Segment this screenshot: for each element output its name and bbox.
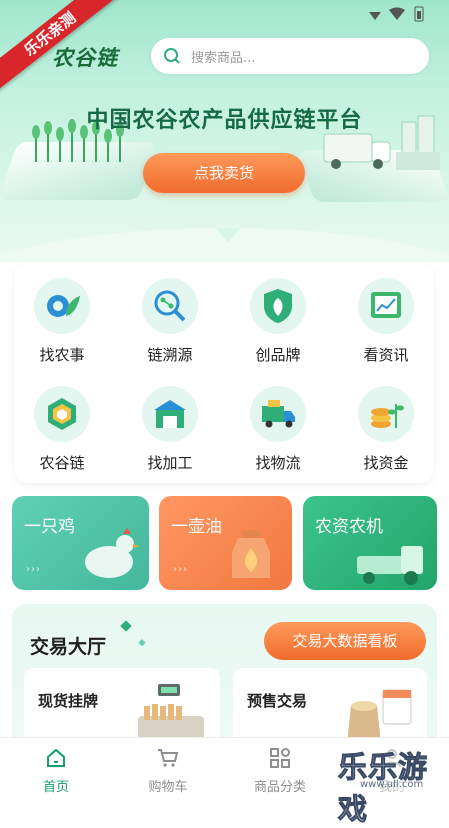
watermark-url: www.ull.com bbox=[360, 779, 424, 790]
category-chicken-card[interactable]: 一只鸡 ››› bbox=[12, 496, 149, 590]
tab-label: 商品分类 bbox=[253, 780, 306, 795]
service-icon-bg bbox=[34, 278, 90, 334]
grid-icon bbox=[270, 748, 290, 768]
service-icon-bg bbox=[34, 386, 90, 442]
service-nonggu-chain[interactable]: 农谷链 bbox=[14, 376, 110, 472]
service-icon-bg bbox=[142, 278, 198, 334]
cart-icon bbox=[158, 749, 179, 767]
magnifier-network-icon bbox=[154, 290, 186, 322]
sparkle-decoration bbox=[120, 620, 146, 647]
factory-icon bbox=[154, 400, 186, 428]
service-logistics[interactable]: 找物流 bbox=[230, 376, 326, 472]
services-grid: 找农事 链溯源 创品牌 看资讯 农谷链 找加工 找物流 找资金 bbox=[14, 263, 434, 483]
service-brand[interactable]: 创品牌 bbox=[230, 268, 326, 364]
category-agri-machinery-card[interactable]: 农资农机 bbox=[303, 496, 437, 590]
presale-title: 预售交易 bbox=[247, 692, 308, 710]
search-icon bbox=[164, 48, 180, 64]
sell-goods-button[interactable]: 点我卖货 bbox=[143, 153, 305, 193]
tab-label: 首页 bbox=[42, 780, 69, 795]
hero-title: 中国农谷农产品供应链平台 bbox=[86, 108, 363, 133]
chicken-icon bbox=[85, 528, 139, 578]
signal-icon bbox=[369, 12, 381, 20]
tab-categories[interactable]: 商品分类 bbox=[224, 738, 336, 799]
spot-listing-title: 现货挂牌 bbox=[38, 692, 99, 710]
harvester-icon bbox=[357, 546, 423, 585]
service-label: 找农事 bbox=[39, 346, 85, 364]
service-icon-bg bbox=[358, 386, 414, 442]
service-processing[interactable]: 找加工 bbox=[122, 376, 218, 472]
category-title: 一只鸡 bbox=[24, 517, 75, 537]
layered-hexagon-icon bbox=[48, 398, 76, 430]
hero-notch bbox=[216, 228, 240, 242]
chart-board-icon bbox=[371, 292, 401, 318]
service-label: 看资讯 bbox=[363, 346, 409, 364]
status-bar-icons bbox=[369, 6, 424, 22]
service-label: 农谷链 bbox=[39, 454, 85, 472]
service-icon-bg bbox=[142, 386, 198, 442]
service-label: 链溯源 bbox=[147, 346, 193, 364]
tab-home[interactable]: 首页 bbox=[0, 738, 112, 799]
service-icon-bg bbox=[250, 386, 306, 442]
trading-hall-title: 交易大厅 bbox=[30, 636, 107, 658]
category-title: 一壶油 bbox=[171, 517, 222, 537]
search-placeholder: 搜索商品... bbox=[191, 50, 256, 66]
oil-jar-icon bbox=[232, 530, 270, 578]
arrows-decoration: ››› bbox=[26, 564, 41, 575]
service-label: 创品牌 bbox=[255, 346, 301, 364]
service-news[interactable]: 看资讯 bbox=[338, 268, 434, 364]
arrows-decoration: ››› bbox=[173, 564, 188, 575]
service-find-farming[interactable]: 找农事 bbox=[14, 268, 110, 364]
category-oil-card[interactable]: 一壶油 ››› bbox=[159, 496, 292, 590]
app-logo[interactable]: 农谷链 bbox=[52, 42, 118, 72]
search-bar[interactable]: 搜索商品... bbox=[151, 38, 429, 74]
tab-label: 购物车 bbox=[148, 780, 188, 795]
service-icon-bg bbox=[358, 278, 414, 334]
service-funding[interactable]: 找资金 bbox=[338, 376, 434, 472]
service-trace[interactable]: 链溯源 bbox=[122, 268, 218, 364]
service-label: 找资金 bbox=[363, 454, 409, 472]
gear-leaf-icon bbox=[47, 295, 80, 317]
service-label: 找加工 bbox=[147, 454, 193, 472]
coins-plant-icon bbox=[371, 404, 404, 428]
truck-icon bbox=[262, 400, 295, 428]
big-data-dashboard-button[interactable]: 交易大数据看板 bbox=[264, 622, 426, 660]
tab-cart[interactable]: 购物车 bbox=[112, 738, 224, 799]
service-icon-bg bbox=[250, 278, 306, 334]
shield-leaf-icon bbox=[264, 289, 292, 323]
service-label: 找物流 bbox=[255, 454, 301, 472]
home-icon bbox=[47, 748, 65, 767]
wifi-icon bbox=[389, 7, 405, 20]
